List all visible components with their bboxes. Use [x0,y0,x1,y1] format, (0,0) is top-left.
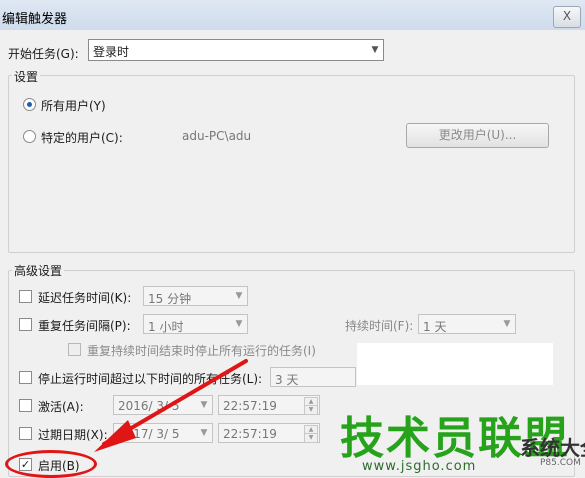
watermark-small: P85.COM [540,458,581,468]
watermark-side: 系统大全 [520,436,585,460]
watermark-url: www.jsgho.com [362,459,477,474]
watermark-mask [357,343,553,385]
